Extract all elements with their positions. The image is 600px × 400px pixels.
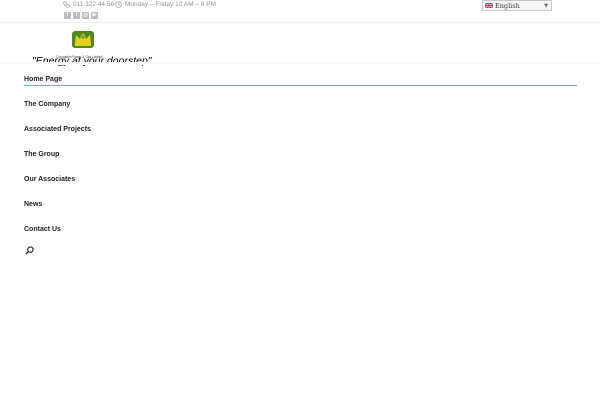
instagram-icon[interactable]: ◎	[82, 12, 89, 19]
social-links: f t ◎ ▶	[64, 12, 98, 19]
nav-item-label: Home Page	[24, 76, 63, 83]
nav-item-the-group[interactable]: The Group	[24, 150, 577, 175]
crown-logo-icon	[72, 31, 94, 48]
phone-contact[interactable]: 011 322 44 56	[63, 1, 114, 8]
search-button[interactable]	[25, 242, 34, 260]
chevron-down-icon: ▼	[544, 3, 548, 9]
phone-icon	[63, 1, 70, 8]
nav-item-label: Our Associates	[24, 176, 76, 183]
site-header: Coronation Power & Gas Limited "Energy a…	[0, 23, 600, 67]
nav-item-contact-us[interactable]: Contact Us	[24, 225, 577, 250]
nav-item-news[interactable]: News	[24, 200, 577, 225]
main-navigation: Home Page The Company Associated Project…	[24, 75, 577, 250]
nav-item-label: Contact Us	[24, 226, 61, 233]
hours-text: Monday – Friday 10 AM – 8 PM	[125, 1, 217, 8]
youtube-icon[interactable]: ▶	[91, 12, 98, 19]
site-logo[interactable]: Coronation Power & Gas Limited	[56, 29, 112, 59]
search-icon	[25, 246, 34, 255]
uk-flag-icon	[485, 3, 493, 8]
nav-item-label: News	[24, 201, 43, 208]
nav-item-label: The Company	[24, 101, 71, 108]
phone-number: 011 322 44 56	[73, 1, 115, 8]
nav-item-label: The Group	[24, 151, 60, 158]
twitter-icon[interactable]: t	[73, 12, 80, 19]
language-selector[interactable]: English ▼	[482, 0, 552, 11]
clock-icon	[115, 1, 122, 8]
nav-item-our-associates[interactable]: Our Associates	[24, 175, 577, 200]
top-bar: 011 322 44 56 Monday – Friday 10 AM – 8 …	[0, 0, 600, 23]
nav-item-associated-projects[interactable]: Associated Projects	[24, 125, 577, 150]
nav-item-label: Associated Projects	[24, 126, 91, 133]
nav-item-home-page[interactable]: Home Page	[24, 75, 577, 100]
tagline: "Energy at your doorstep"	[32, 55, 152, 67]
language-label: English	[495, 1, 520, 10]
facebook-icon[interactable]: f	[64, 12, 71, 19]
nav-item-the-company[interactable]: The Company	[24, 100, 577, 125]
header-divider	[0, 62, 600, 65]
business-hours: Monday – Friday 10 AM – 8 PM	[115, 1, 216, 8]
